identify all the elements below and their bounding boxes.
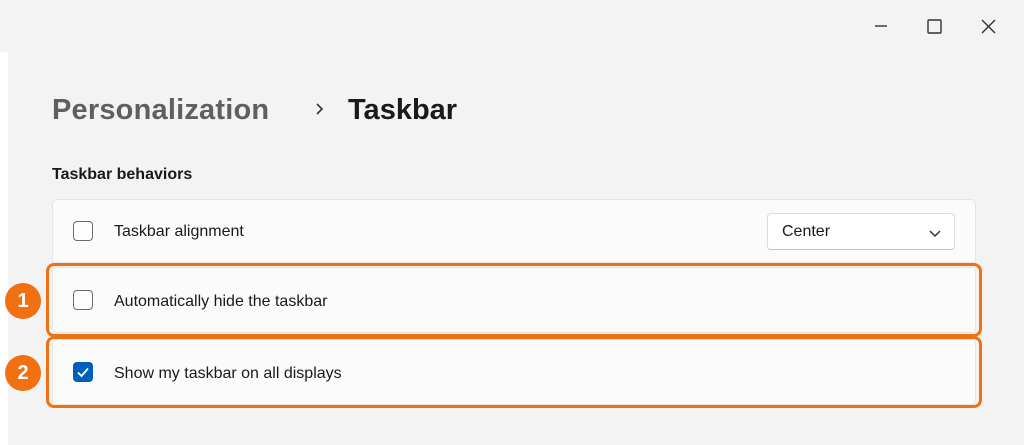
- breadcrumb-parent[interactable]: Personalization: [52, 94, 269, 127]
- chevron-down-icon: [928, 226, 942, 244]
- section-title: Taskbar behaviors: [52, 166, 193, 183]
- taskbar-alignment-dropdown[interactable]: Center: [767, 213, 955, 250]
- maximize-icon: [926, 18, 942, 34]
- close-icon: [981, 19, 996, 34]
- callout-badge: 1: [5, 283, 41, 319]
- minimize-icon: [874, 19, 888, 33]
- settings-window: Personalization Taskbar Taskbar behavior…: [0, 0, 1024, 445]
- highlight-box: [46, 336, 982, 408]
- chevron-right-icon: [314, 100, 326, 118]
- setting-row-taskbar-alignment: Taskbar alignment Center: [52, 199, 976, 263]
- window-edge: [0, 52, 8, 445]
- setting-label: Taskbar alignment: [114, 223, 244, 240]
- dropdown-selected-value: Center: [782, 223, 831, 240]
- maximize-button[interactable]: [914, 10, 954, 42]
- close-button[interactable]: [968, 10, 1008, 42]
- breadcrumb: Personalization Taskbar: [52, 88, 457, 132]
- minimize-button[interactable]: [861, 10, 901, 42]
- page-title: Taskbar: [348, 93, 458, 126]
- highlight-box: [46, 263, 982, 337]
- taskbar-alignment-checkbox[interactable]: [73, 221, 93, 241]
- callout-badge: 2: [5, 355, 41, 391]
